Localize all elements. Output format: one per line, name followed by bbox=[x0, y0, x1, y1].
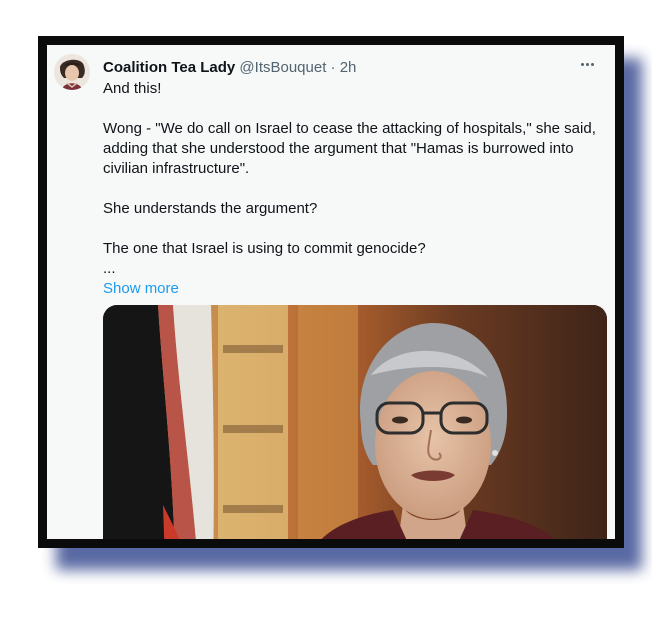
user-handle[interactable]: @ItsBouquet bbox=[239, 59, 326, 76]
tweet-frame: Coalition Tea Lady @ItsBouquet · 2h And … bbox=[38, 36, 624, 548]
tweet-line: And this! bbox=[103, 80, 162, 97]
more-horizontal-icon[interactable] bbox=[575, 53, 599, 75]
timestamp[interactable]: 2h bbox=[340, 59, 357, 76]
show-more-link[interactable]: Show more bbox=[103, 279, 603, 299]
tweet-line-ellipsis: ... bbox=[103, 260, 116, 277]
avatar[interactable] bbox=[54, 54, 90, 90]
tweet-line: The one that Israel is using to commit g… bbox=[103, 240, 426, 257]
tweet-card[interactable]: Coalition Tea Lady @ItsBouquet · 2h And … bbox=[47, 45, 615, 539]
separator-dot: · bbox=[330, 59, 336, 76]
display-name[interactable]: Coalition Tea Lady bbox=[103, 59, 235, 76]
avatar-illustration bbox=[54, 54, 90, 90]
tweet-media-photo[interactable] bbox=[103, 305, 607, 539]
tweet-text: And this! Wong - "We do call on Israel t… bbox=[103, 79, 603, 299]
tweet-header: Coalition Tea Lady @ItsBouquet · 2h bbox=[103, 57, 605, 79]
screenshot-stage: Coalition Tea Lady @ItsBouquet · 2h And … bbox=[0, 0, 652, 618]
photo-illustration bbox=[103, 305, 607, 539]
tweet-line: Wong - "We do call on Israel to cease th… bbox=[103, 120, 596, 177]
tweet-line: She understands the argument? bbox=[103, 200, 318, 217]
